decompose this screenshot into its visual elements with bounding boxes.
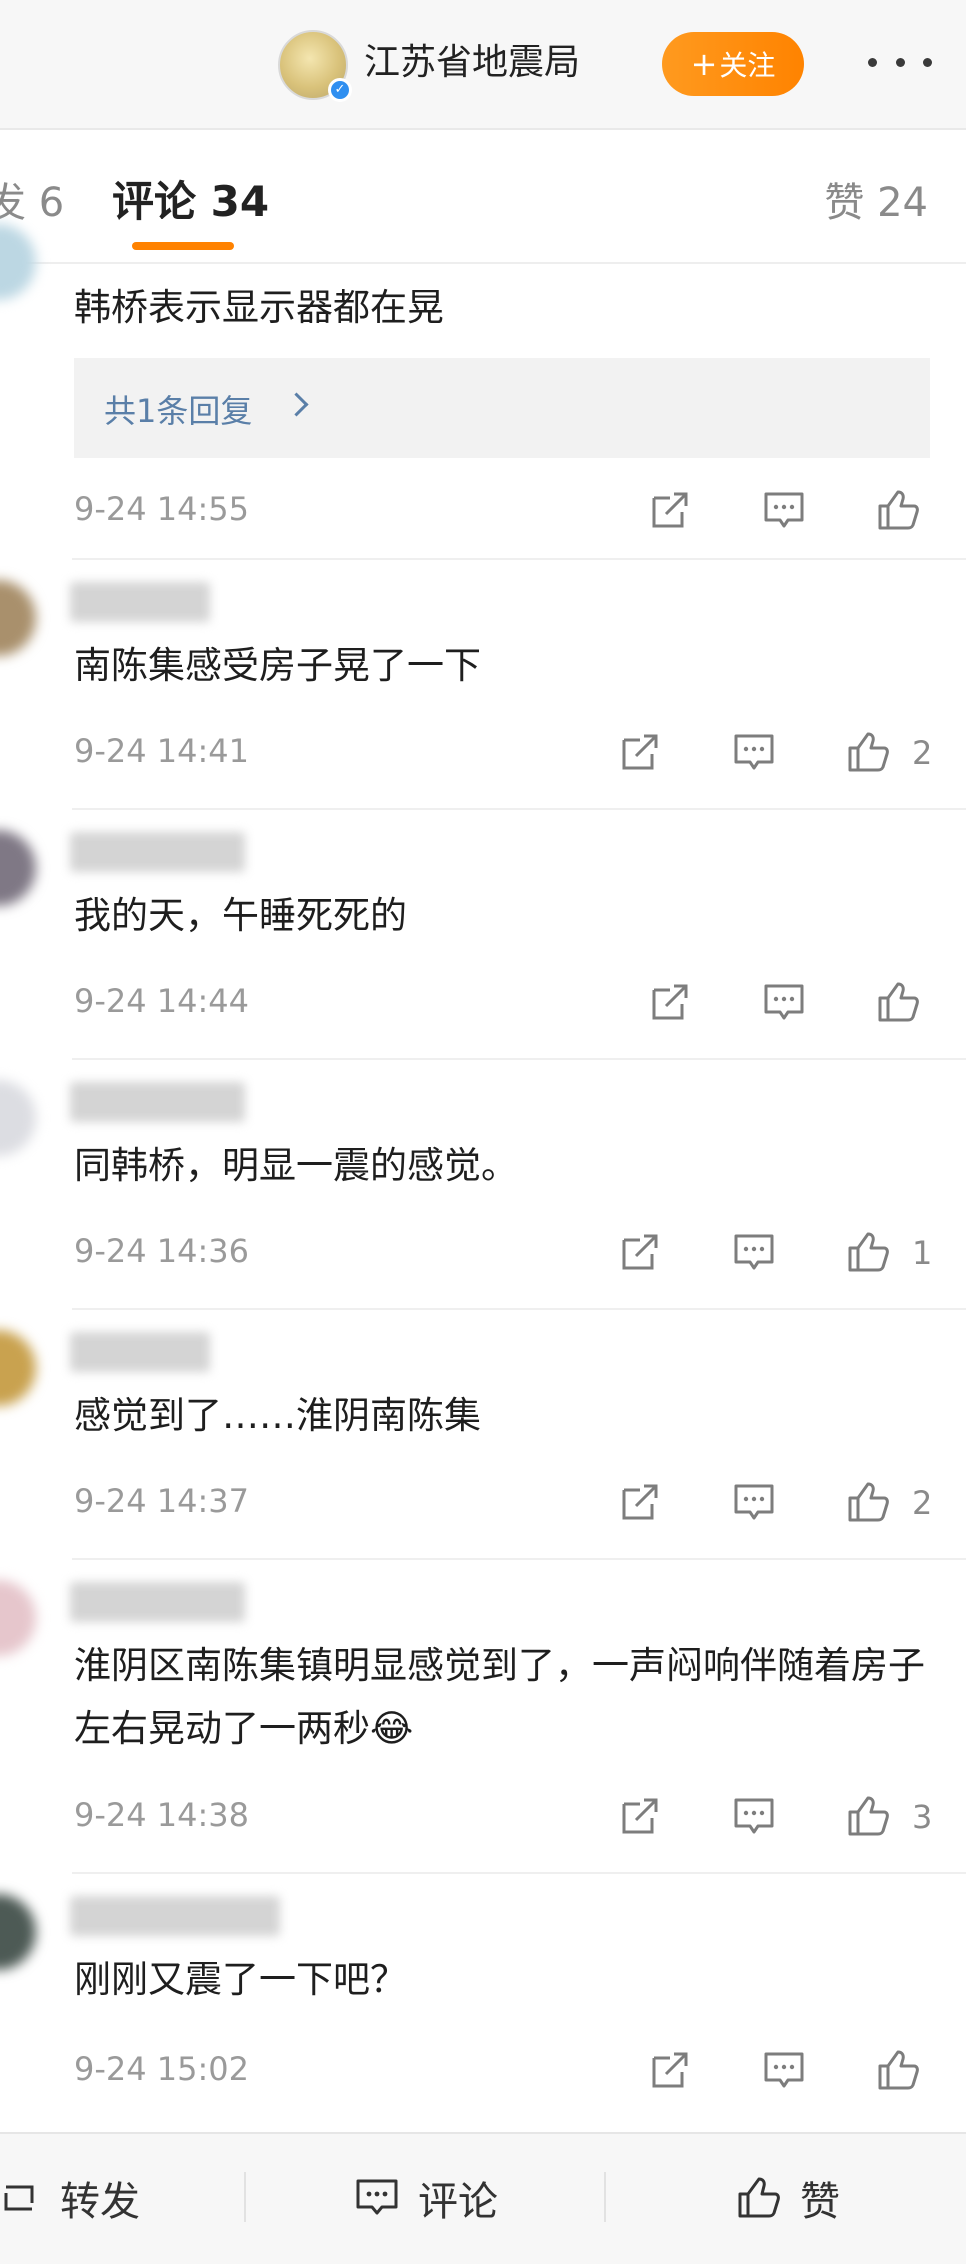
username[interactable]	[70, 582, 210, 622]
comment-icon[interactable]	[760, 978, 808, 1026]
more-dot	[895, 57, 905, 67]
verified-icon: ✓	[328, 78, 352, 102]
comment-text: 我的天，午睡死死的	[74, 894, 407, 937]
repost-icon	[4, 2185, 34, 2211]
username[interactable]	[70, 1582, 245, 1622]
more-dot	[868, 57, 877, 67]
follow-button[interactable]: +关注	[662, 32, 804, 96]
bottom-action-bar: 转发 评论 赞	[0, 2132, 966, 2264]
like-count: 2	[912, 734, 933, 772]
comment-item: 南陈集感受房子晃了一下 9-24 14:41 2	[0, 560, 966, 810]
comment-text: 感觉到了……淮阴南陈集	[74, 1394, 481, 1437]
comment-icon[interactable]	[760, 486, 808, 534]
share-icon[interactable]	[646, 2046, 694, 2094]
avatar[interactable]	[0, 830, 36, 906]
share-icon[interactable]	[646, 978, 694, 1026]
comment-item: 我的天，午睡死死的 9-24 14:44	[0, 810, 966, 1060]
share-icon[interactable]	[616, 1228, 664, 1276]
comment-icon	[356, 2179, 398, 2215]
comment-actions: 3	[616, 1792, 966, 1842]
like-icon[interactable]	[874, 2046, 922, 2094]
like-icon[interactable]	[844, 1478, 892, 1526]
comment-icon[interactable]	[730, 1792, 778, 1840]
like-button[interactable]: 赞	[734, 2168, 840, 2228]
plus-icon: +	[690, 45, 718, 83]
comment-item: 感觉到了……淮阴南陈集 9-24 14:37 2	[0, 1310, 966, 1560]
share-icon[interactable]	[646, 486, 694, 534]
like-icon[interactable]	[874, 978, 922, 1026]
like-count: 3	[912, 1798, 933, 1836]
comment-item: 韩桥表示显示器都在晃 共1条回复 9-24 14:55	[0, 224, 966, 560]
comment-actions: 1	[616, 1228, 966, 1278]
account-name[interactable]: 江苏省地震局	[364, 38, 580, 88]
username[interactable]	[70, 1896, 280, 1936]
comment-text: 同韩桥，明显一震的感觉。	[74, 1144, 518, 1187]
comment-actions: 2	[616, 728, 966, 778]
like-icon[interactable]	[874, 486, 922, 534]
chevron-right-icon	[284, 392, 309, 417]
comment-time: 9-24 14:44	[74, 982, 250, 1020]
comment-actions	[646, 978, 966, 1028]
comment-item: 同韩桥，明显一震的感觉。 9-24 14:36 1	[0, 1060, 966, 1310]
reply-count-label: 共1条回复	[104, 392, 253, 430]
comment-text: 刚刚又震了一下吧？	[74, 1958, 407, 2001]
comment-icon[interactable]	[730, 1228, 778, 1276]
like-count: 2	[912, 1484, 933, 1522]
tab-reposts[interactable]: 发 6	[0, 170, 64, 228]
like-icon[interactable]	[844, 1792, 892, 1840]
tab-comments[interactable]: 评论 34	[112, 168, 269, 229]
comment-time: 9-24 15:02	[74, 2050, 250, 2088]
comment-actions	[646, 2046, 966, 2096]
top-bar: ✓ 江苏省地震局 +关注	[0, 0, 966, 130]
like-icon[interactable]	[844, 728, 892, 776]
comment-text: 淮阴区南陈集镇明显感觉到了，一声闷响伴随着房子左右晃动了一两秒😂	[74, 1644, 925, 1750]
comment-time: 9-24 14:37	[74, 1482, 250, 1520]
tab-bar: 发 6 评论 34 赞 24	[0, 130, 966, 264]
account-avatar[interactable]: ✓	[278, 30, 352, 102]
comment-button[interactable]: 评论	[352, 2168, 498, 2228]
comment-time: 9-24 14:55	[74, 490, 250, 528]
comment-icon[interactable]	[730, 1478, 778, 1526]
comment-time: 9-24 14:41	[74, 732, 250, 770]
comment-time: 9-24 14:38	[74, 1796, 250, 1834]
more-dot	[923, 57, 932, 67]
username[interactable]	[70, 832, 245, 872]
comment-time: 9-24 14:36	[74, 1232, 250, 1270]
comment-text: 南陈集感受房子晃了一下	[74, 644, 481, 687]
comment-icon[interactable]	[730, 728, 778, 776]
tab-active-indicator	[132, 242, 234, 250]
avatar[interactable]	[0, 1894, 36, 1970]
share-icon[interactable]	[616, 1792, 664, 1840]
share-icon[interactable]	[616, 728, 664, 776]
like-count: 1	[912, 1234, 933, 1272]
divider	[244, 2172, 246, 2222]
avatar[interactable]	[0, 1580, 36, 1656]
comment-item: 淮阴区南陈集镇明显感觉到了，一声闷响伴随着房子左右晃动了一两秒😂 9-24 14…	[0, 1560, 966, 1874]
follow-label: 关注	[719, 49, 776, 82]
share-icon[interactable]	[616, 1478, 664, 1526]
reply-summary[interactable]: 共1条回复	[74, 358, 930, 458]
avatar[interactable]	[0, 1330, 36, 1406]
like-icon[interactable]	[844, 1228, 892, 1276]
repost-label: 转发	[60, 2179, 140, 2225]
comment-icon[interactable]	[760, 2046, 808, 2094]
comment-actions	[646, 486, 966, 536]
tab-likes[interactable]: 赞 24	[824, 170, 928, 228]
divider	[604, 2172, 606, 2222]
comment-text: 韩桥表示显示器都在晃	[74, 286, 444, 329]
comment-actions: 2	[616, 1478, 966, 1528]
comment-label: 评论	[418, 2179, 498, 2225]
username[interactable]	[70, 1332, 210, 1372]
avatar[interactable]	[0, 580, 36, 656]
like-icon	[738, 2177, 780, 2218]
comment-item: 刚刚又震了一下吧？ 9-24 15:02	[0, 1874, 966, 2132]
more-icon[interactable]	[864, 40, 936, 84]
like-label: 赞	[800, 2179, 840, 2225]
avatar[interactable]	[0, 1080, 36, 1156]
repost-button[interactable]: 转发	[0, 2168, 140, 2228]
username[interactable]	[70, 1082, 245, 1122]
